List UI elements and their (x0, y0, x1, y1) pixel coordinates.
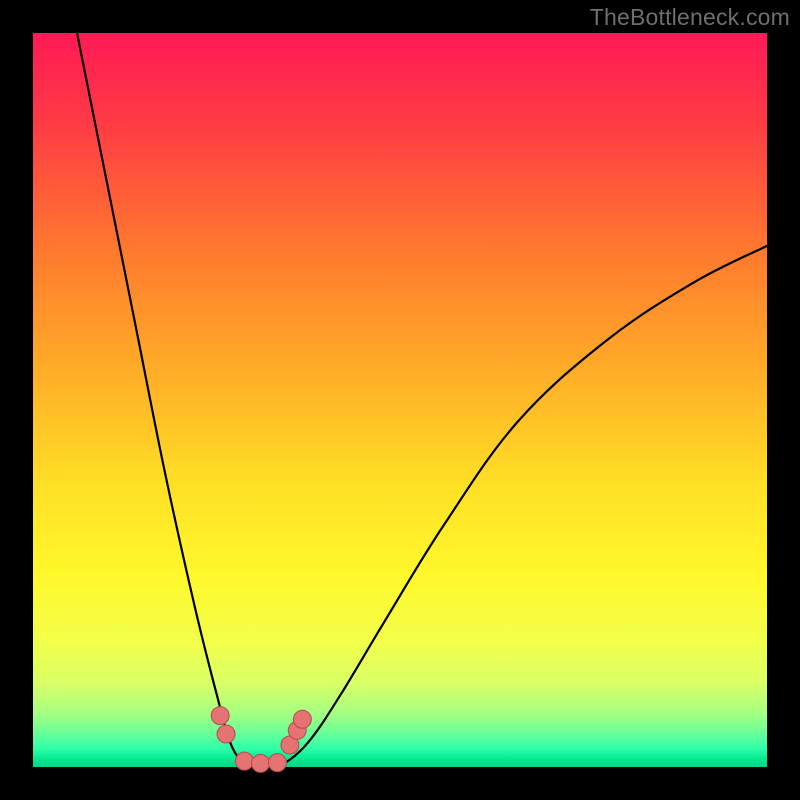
chart-frame: TheBottleneck.com (0, 0, 800, 800)
curve-marker (268, 754, 286, 772)
curve-marker (211, 707, 229, 725)
plot-background (33, 33, 767, 767)
curve-marker (252, 754, 270, 772)
chart-canvas (0, 0, 800, 800)
curve-marker (217, 725, 235, 743)
curve-marker (293, 710, 311, 728)
curve-marker (235, 752, 253, 770)
